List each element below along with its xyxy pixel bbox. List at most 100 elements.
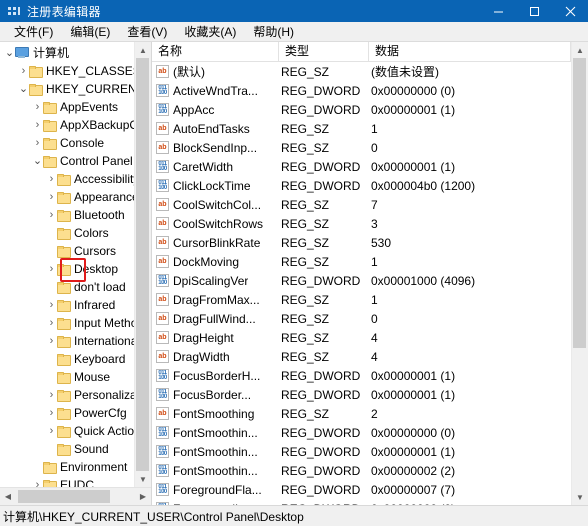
chevron-right-icon[interactable]: › — [46, 296, 57, 314]
value-data: 0x00000001 (1) — [371, 368, 456, 383]
value-row[interactable]: 011 100 ForegroundFla... REG_DWORD 0x0000000… — [152, 480, 571, 499]
column-header-type[interactable]: 类型 — [279, 42, 369, 61]
tree-item-label: Mouse — [74, 370, 111, 384]
value-row[interactable]: 011 100 ActiveWndTra... REG_DWORD 0x00000000… — [152, 81, 571, 100]
value-row[interactable]: 011 100 DpiScalingVer REG_DWORD 0x00001000 (… — [152, 271, 571, 290]
value-name-cell: 011100 ForegroundLo... — [152, 502, 279, 505]
chevron-right-icon[interactable]: › — [46, 314, 57, 332]
tree-vertical-scrollbar[interactable]: ▲ ▼ — [134, 42, 151, 487]
values-list[interactable]: ab (默认) REG_SZ (数值未设置) 011 100 ActiveWndTra...… — [152, 62, 571, 505]
column-header-name[interactable]: 名称 — [152, 42, 279, 61]
menu-file[interactable]: 文件(F) — [6, 23, 62, 41]
chevron-right-icon[interactable]: › — [32, 134, 43, 152]
value-row[interactable]: ab CursorBlinkRate REG_SZ 530 — [152, 233, 571, 252]
value-row[interactable]: ab DragFullWind... REG_SZ 0 — [152, 309, 571, 328]
tree-item-accessibility[interactable]: › Accessibility — [0, 170, 134, 188]
value-row[interactable]: 011100 ForegroundLo... REG_DWORD0x00000000… — [152, 499, 571, 505]
tree-item-mouse[interactable]: Mouse — [0, 368, 134, 386]
values-scroll-track[interactable] — [572, 58, 588, 489]
tree-item-cursors[interactable]: Cursors — [0, 242, 134, 260]
value-row[interactable]: 011 100 FocusBorderH... REG_DWORD 0x00000001… — [152, 366, 571, 385]
column-header-data[interactable]: 数据 — [369, 42, 571, 61]
registry-tree[interactable]: ⌄ 计算机 › HKEY_CLASSES_ROOT ⌄ HKEY_CURRENT_USER… — [0, 42, 134, 487]
tree-hscroll-thumb[interactable] — [18, 490, 110, 503]
chevron-right-icon[interactable]: › — [46, 260, 57, 278]
chevron-right-icon[interactable]: › — [46, 386, 57, 404]
tree-item-appxbackupconter[interactable]: › AppXBackupConter — [0, 116, 134, 134]
tree-item-environment[interactable]: Environment — [0, 458, 134, 476]
tree-scroll-up-arrow[interactable]: ▲ — [135, 42, 151, 58]
chevron-right-icon[interactable]: › — [46, 422, 57, 440]
value-row[interactable]: ab FontSmoothing REG_SZ 2 — [152, 404, 571, 423]
menu-edit[interactable]: 编辑(E) — [62, 23, 119, 41]
tree-item-desktop[interactable]: › Desktop — [0, 260, 134, 278]
chevron-right-icon[interactable]: › — [46, 170, 57, 188]
values-vertical-scrollbar[interactable]: ▲ ▼ — [571, 42, 588, 505]
value-row[interactable]: ab CoolSwitchCol... REG_SZ 7 — [152, 195, 571, 214]
value-row[interactable]: ab DragHeight REG_SZ 4 — [152, 328, 571, 347]
chevron-right-icon[interactable]: › — [46, 188, 57, 206]
maximize-button[interactable] — [516, 0, 552, 22]
tree-hscroll-track[interactable] — [16, 488, 135, 505]
tree-scroll-thumb[interactable] — [136, 58, 149, 471]
value-row[interactable]: ab AutoEndTasks REG_SZ 1 — [152, 119, 571, 138]
value-row[interactable]: ab BlockSendInp... REG_SZ 0 — [152, 138, 571, 157]
value-row[interactable]: 011 100 FontSmoothin... REG_DWORD 0x00000000… — [152, 423, 571, 442]
chevron-down-icon[interactable]: ⌄ — [18, 83, 29, 95]
chevron-right-icon[interactable]: › — [46, 206, 57, 224]
tree-item-eudc[interactable]: › EUDC — [0, 476, 134, 487]
chevron-right-icon[interactable]: › — [46, 332, 57, 350]
value-row[interactable]: 011 100 CaretWidth REG_DWORD 0x00000001 (1) — [152, 157, 571, 176]
chevron-right-icon[interactable]: › — [46, 404, 57, 422]
value-row[interactable]: 011 100 ClickLockTime REG_DWORD 0x000004b0 (… — [152, 176, 571, 195]
value-row[interactable]: ab CoolSwitchRows REG_SZ 3 — [152, 214, 571, 233]
chevron-right-icon[interactable]: › — [18, 62, 29, 80]
tree-item-bluetooth[interactable]: › Bluetooth — [0, 206, 134, 224]
tree-item-quick-actions[interactable]: › Quick Actions — [0, 422, 134, 440]
chevron-right-icon[interactable]: › — [32, 476, 43, 487]
tree-scroll-down-arrow[interactable]: ▼ — [135, 471, 151, 487]
tree-scroll-track[interactable] — [135, 58, 151, 471]
menu-favorites[interactable]: 收藏夹(A) — [176, 23, 245, 41]
value-row[interactable]: 011 100 FocusBorder... REG_DWORD 0x00000001 … — [152, 385, 571, 404]
minimize-button[interactable] — [480, 0, 516, 22]
value-row[interactable]: ab DragFromMax... REG_SZ 1 — [152, 290, 571, 309]
chevron-right-icon[interactable]: › — [32, 98, 43, 116]
values-scroll-thumb[interactable] — [573, 58, 586, 348]
tree-item-international[interactable]: › International — [0, 332, 134, 350]
tree-item-keyboard[interactable]: Keyboard — [0, 350, 134, 368]
value-row[interactable]: ab DragWidth REG_SZ 4 — [152, 347, 571, 366]
tree-item-appevents[interactable]: › AppEvents — [0, 98, 134, 116]
menu-help[interactable]: 帮助(H) — [245, 23, 303, 41]
tree-item-control-panel[interactable]: ⌄ Control Panel — [0, 152, 134, 170]
tree-item-sound[interactable]: Sound — [0, 440, 134, 458]
tree-item-don-t-load[interactable]: don't load — [0, 278, 134, 296]
tree-horizontal-scrollbar[interactable]: ◀ ▶ — [0, 487, 151, 505]
value-row[interactable]: ab (默认) REG_SZ (数值未设置) — [152, 62, 571, 81]
tree-item-appearance[interactable]: › Appearance — [0, 188, 134, 206]
chevron-down-icon[interactable]: ⌄ — [32, 155, 43, 167]
value-row[interactable]: 011 100 FontSmoothin... REG_DWORD 0x00000002… — [152, 461, 571, 480]
tree-scroll-left-arrow[interactable]: ◀ — [0, 489, 16, 505]
tree-item-powercfg[interactable]: › PowerCfg — [0, 404, 134, 422]
menu-view[interactable]: 查看(V) — [119, 23, 176, 41]
value-row[interactable]: 011 100 AppAcc REG_DWORD 0x00000001 (1) — [152, 100, 571, 119]
values-scroll-down-arrow[interactable]: ▼ — [572, 489, 588, 505]
title-bar[interactable]: 注册表编辑器 — [0, 0, 588, 22]
values-scroll-up-arrow[interactable]: ▲ — [572, 42, 588, 58]
tree-item-[interactable]: ⌄ 计算机 — [0, 44, 134, 62]
chevron-right-icon[interactable]: › — [32, 116, 43, 134]
tree-item-hkey-current-user[interactable]: ⌄ HKEY_CURRENT_USER — [0, 80, 134, 98]
tree-item-console[interactable]: › Console — [0, 134, 134, 152]
tree-item-infrared[interactable]: › Infrared — [0, 296, 134, 314]
window-controls — [480, 0, 588, 22]
chevron-down-icon[interactable]: ⌄ — [4, 47, 15, 59]
tree-item-personalization[interactable]: › Personalization — [0, 386, 134, 404]
tree-item-colors[interactable]: Colors — [0, 224, 134, 242]
tree-item-input-method[interactable]: › Input Method — [0, 314, 134, 332]
value-row[interactable]: 011 100 FontSmoothin... REG_DWORD 0x00000001… — [152, 442, 571, 461]
value-row[interactable]: ab DockMoving REG_SZ 1 — [152, 252, 571, 271]
tree-item-hkey-classes-root[interactable]: › HKEY_CLASSES_ROOT — [0, 62, 134, 80]
tree-scroll-right-arrow[interactable]: ▶ — [135, 489, 151, 505]
close-button[interactable] — [552, 0, 588, 22]
